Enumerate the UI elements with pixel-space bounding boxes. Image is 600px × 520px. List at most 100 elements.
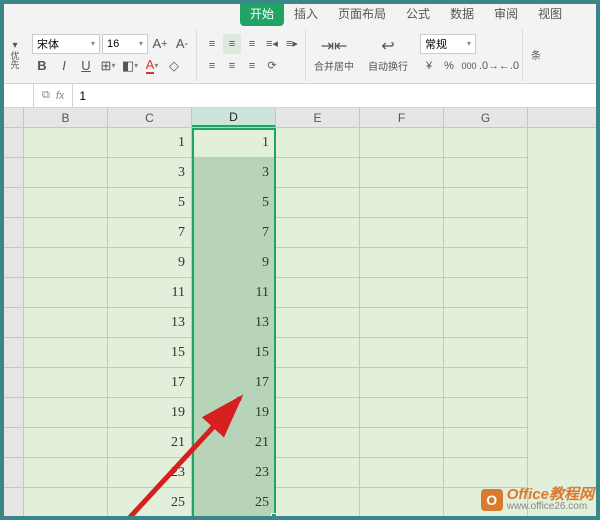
cell-E[interactable] bbox=[276, 428, 360, 458]
cell-B[interactable] bbox=[24, 368, 108, 398]
align-top-button[interactable]: ≡ bbox=[203, 34, 221, 54]
cell-D[interactable]: 9 bbox=[192, 248, 276, 278]
increase-decimal-button[interactable]: .0→ bbox=[480, 56, 498, 76]
select-all-corner[interactable] bbox=[0, 108, 24, 127]
merge-center-button[interactable]: ⇥⇤ 合并居中 bbox=[308, 31, 360, 79]
fx-icon[interactable]: fx bbox=[56, 90, 65, 102]
row-header[interactable] bbox=[0, 368, 24, 398]
cell-F[interactable] bbox=[360, 278, 444, 308]
cell-C[interactable]: 9 bbox=[108, 248, 192, 278]
cell-F[interactable] bbox=[360, 158, 444, 188]
cell-G[interactable] bbox=[444, 278, 528, 308]
formula-input[interactable] bbox=[73, 84, 600, 107]
cell-C[interactable]: 11 bbox=[108, 278, 192, 308]
cell-B[interactable] bbox=[24, 338, 108, 368]
row-header[interactable] bbox=[0, 488, 24, 518]
cell-D[interactable]: 19 bbox=[192, 398, 276, 428]
col-header-C[interactable]: C bbox=[108, 108, 192, 127]
cell-D[interactable]: 1 bbox=[192, 128, 276, 158]
cell-B[interactable] bbox=[24, 308, 108, 338]
cell-D[interactable]: 21 bbox=[192, 428, 276, 458]
row-header[interactable] bbox=[0, 338, 24, 368]
cell-F[interactable] bbox=[360, 308, 444, 338]
cell-D[interactable]: 7 bbox=[192, 218, 276, 248]
row-header[interactable] bbox=[0, 188, 24, 218]
tab-formula[interactable]: 公式 bbox=[396, 1, 440, 26]
decrease-font-button[interactable]: A- bbox=[172, 34, 192, 54]
font-name-select[interactable]: 宋体▾ bbox=[32, 34, 100, 54]
cell-F[interactable] bbox=[360, 458, 444, 488]
cell-G[interactable] bbox=[444, 158, 528, 188]
row-header[interactable] bbox=[0, 128, 24, 158]
cell-G[interactable] bbox=[444, 458, 528, 488]
cell-C[interactable]: 15 bbox=[108, 338, 192, 368]
cell-C[interactable]: 7 bbox=[108, 218, 192, 248]
row-header[interactable] bbox=[0, 398, 24, 428]
cell-E[interactable] bbox=[276, 218, 360, 248]
cell-F[interactable] bbox=[360, 218, 444, 248]
cell-G[interactable] bbox=[444, 188, 528, 218]
cell-F[interactable] bbox=[360, 338, 444, 368]
cell-D[interactable]: 5 bbox=[192, 188, 276, 218]
thousands-button[interactable]: 000 bbox=[460, 56, 478, 76]
cell-G[interactable] bbox=[444, 128, 528, 158]
cell-B[interactable] bbox=[24, 128, 108, 158]
cell-D[interactable]: 11 bbox=[192, 278, 276, 308]
paste-button[interactable]: ▾ 优先 bbox=[4, 31, 26, 79]
cell-G[interactable] bbox=[444, 308, 528, 338]
italic-button[interactable]: I bbox=[54, 56, 74, 76]
col-header-D[interactable]: D bbox=[192, 108, 276, 127]
tab-insert[interactable]: 插入 bbox=[284, 1, 328, 26]
cell-F[interactable] bbox=[360, 128, 444, 158]
row-header[interactable] bbox=[0, 278, 24, 308]
tab-start[interactable]: 开始 bbox=[240, 1, 284, 26]
row-header[interactable] bbox=[0, 218, 24, 248]
cell-D[interactable]: 17 bbox=[192, 368, 276, 398]
cell-D[interactable]: 15 bbox=[192, 338, 276, 368]
number-format-select[interactable]: 常规▾ bbox=[420, 34, 476, 54]
align-bottom-button[interactable]: ≡ bbox=[243, 34, 261, 54]
cell-E[interactable] bbox=[276, 128, 360, 158]
align-middle-button[interactable]: ≡ bbox=[223, 34, 241, 54]
cell-C[interactable]: 13 bbox=[108, 308, 192, 338]
cell-C[interactable]: 1 bbox=[108, 128, 192, 158]
cell-G[interactable] bbox=[444, 398, 528, 428]
align-right-button[interactable]: ≡ bbox=[243, 56, 261, 76]
cell-E[interactable] bbox=[276, 158, 360, 188]
cell-F[interactable] bbox=[360, 488, 444, 518]
cell-F[interactable] bbox=[360, 368, 444, 398]
spreadsheet-grid[interactable]: B C D E F G 1133557799111113131515171719… bbox=[0, 108, 600, 520]
clear-format-button[interactable]: ◇ bbox=[164, 56, 184, 76]
cell-B[interactable] bbox=[24, 458, 108, 488]
cell-G[interactable] bbox=[444, 338, 528, 368]
cell-E[interactable] bbox=[276, 248, 360, 278]
tab-page-layout[interactable]: 页面布局 bbox=[328, 1, 396, 26]
cell-G[interactable] bbox=[444, 218, 528, 248]
cell-E[interactable] bbox=[276, 398, 360, 428]
cell-F[interactable] bbox=[360, 248, 444, 278]
cell-G[interactable] bbox=[444, 368, 528, 398]
cell-D[interactable]: 23 bbox=[192, 458, 276, 488]
cell-E[interactable] bbox=[276, 338, 360, 368]
cell-D[interactable]: 3 bbox=[192, 158, 276, 188]
tab-review[interactable]: 审阅 bbox=[484, 1, 528, 26]
cell-B[interactable] bbox=[24, 428, 108, 458]
decrease-decimal-button[interactable]: ←.0 bbox=[500, 56, 518, 76]
align-center-button[interactable]: ≡ bbox=[223, 56, 241, 76]
cell-D[interactable]: 25 bbox=[192, 488, 276, 518]
cell-C[interactable]: 17 bbox=[108, 368, 192, 398]
bold-button[interactable]: B bbox=[32, 56, 52, 76]
cell-C[interactable]: 3 bbox=[108, 158, 192, 188]
col-header-F[interactable]: F bbox=[360, 108, 444, 127]
link-icon[interactable]: ⧉ bbox=[42, 89, 50, 102]
row-header[interactable] bbox=[0, 248, 24, 278]
tab-view[interactable]: 视图 bbox=[528, 1, 572, 26]
cell-E[interactable] bbox=[276, 458, 360, 488]
row-header[interactable] bbox=[0, 458, 24, 488]
cell-E[interactable] bbox=[276, 368, 360, 398]
cell-B[interactable] bbox=[24, 398, 108, 428]
align-left-button[interactable]: ≡ bbox=[203, 56, 221, 76]
cell-B[interactable] bbox=[24, 488, 108, 518]
font-color-button[interactable]: A▾ bbox=[142, 56, 162, 76]
cell-G[interactable] bbox=[444, 248, 528, 278]
